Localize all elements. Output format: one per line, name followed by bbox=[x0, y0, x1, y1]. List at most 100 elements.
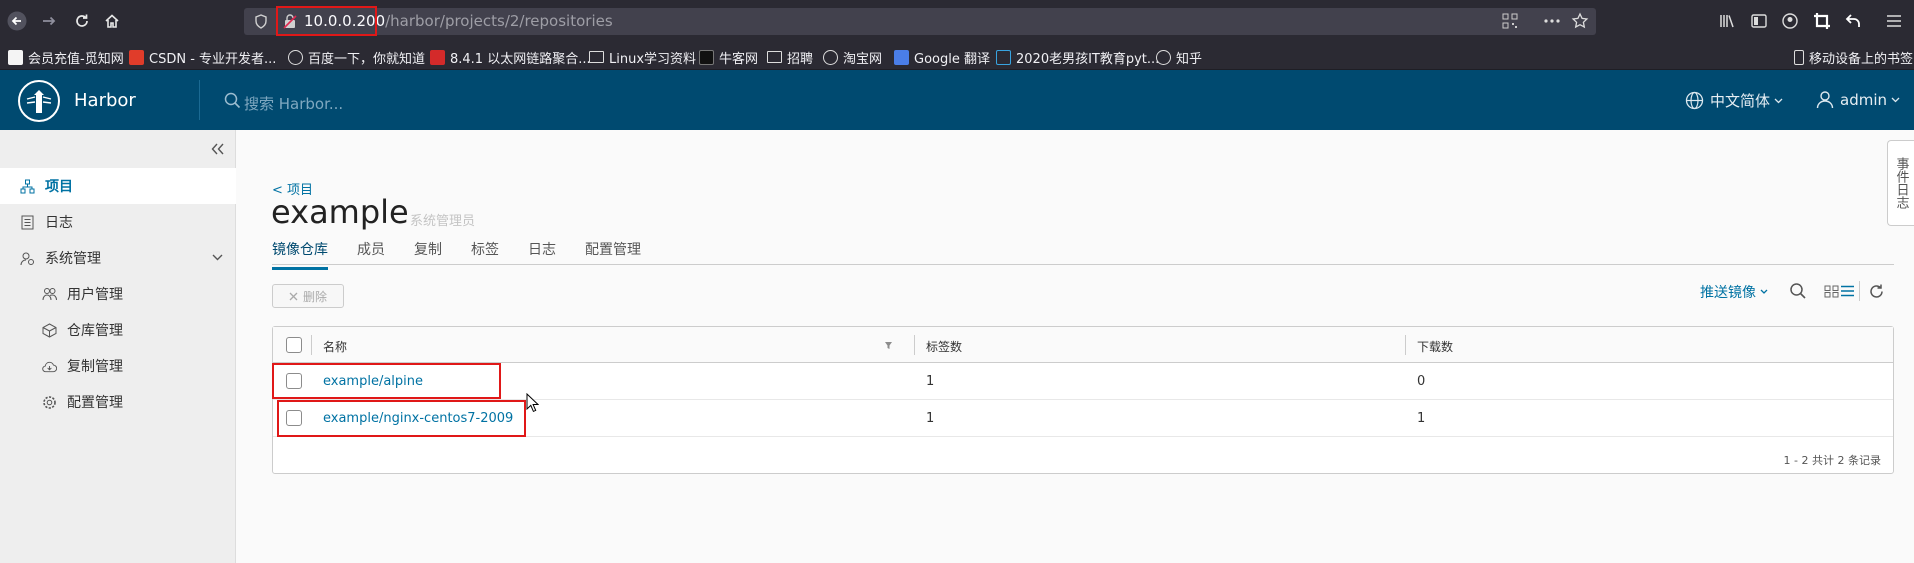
search-icon[interactable] bbox=[1787, 280, 1809, 302]
bilibili-favicon-icon bbox=[996, 49, 1011, 65]
tab-replication[interactable]: 复制 bbox=[414, 239, 442, 270]
harbor-logo[interactable] bbox=[18, 80, 60, 122]
replication-icon bbox=[42, 359, 57, 374]
undo-icon[interactable] bbox=[1844, 12, 1862, 30]
search-input[interactable]: 搜索 Harbor... bbox=[244, 93, 343, 114]
annotation-box-url bbox=[276, 6, 377, 36]
bookmark-item[interactable]: CSDN - 专业开发者... bbox=[129, 48, 276, 67]
event-log-tab[interactable]: 事件日志 bbox=[1887, 140, 1914, 226]
mobile-bookmarks[interactable]: 移动设备上的书签 bbox=[1794, 48, 1913, 67]
pulls-count: 0 bbox=[1417, 374, 1426, 389]
sidebar-item-configuration[interactable]: 配置管理 bbox=[0, 384, 236, 420]
google-translate-favicon-icon bbox=[894, 49, 909, 65]
bookmark-star-icon[interactable] bbox=[1571, 12, 1589, 30]
brand-name[interactable]: Harbor bbox=[74, 90, 136, 111]
delete-label: 删除 bbox=[302, 289, 327, 304]
column-header-tags[interactable]: 标签数 bbox=[926, 338, 962, 355]
bookmark-item[interactable]: Google 翻译 bbox=[894, 48, 990, 67]
search-icon[interactable] bbox=[224, 92, 241, 109]
column-header-pulls[interactable]: 下载数 bbox=[1417, 338, 1453, 355]
sidebar-item-label: 项目 bbox=[45, 179, 73, 195]
forward-arrow-icon[interactable] bbox=[38, 10, 60, 32]
toolbar-divider bbox=[1859, 281, 1860, 301]
bookmark-item[interactable]: 2020老男孩IT教育pyt... bbox=[996, 48, 1159, 67]
tab-configuration[interactable]: 配置管理 bbox=[585, 239, 641, 270]
delete-button[interactable]: 删除 bbox=[272, 284, 344, 308]
bookmark-favicon-icon bbox=[8, 49, 23, 65]
tabs-divider bbox=[272, 264, 1894, 265]
user-menu[interactable]: admin bbox=[1816, 90, 1900, 109]
project-tabs: 镜像仓库 成员 复制 标签 日志 配置管理 bbox=[272, 239, 670, 270]
page-title: example bbox=[271, 193, 409, 231]
sidebar-item-label: 日志 bbox=[45, 215, 73, 231]
header-divider bbox=[199, 80, 200, 120]
sidebar-item-label: 配置管理 bbox=[67, 395, 123, 411]
globe-icon bbox=[823, 49, 838, 65]
config-icon bbox=[42, 395, 57, 410]
column-header-name[interactable]: 名称 bbox=[323, 338, 347, 355]
chevron-down-icon bbox=[1891, 97, 1900, 103]
pulls-count: 1 bbox=[1417, 411, 1426, 426]
bookmark-favicon-icon bbox=[430, 49, 445, 65]
sidebar-item-replications[interactable]: 复制管理 bbox=[0, 348, 236, 384]
push-image-label: 推送镜像 bbox=[1700, 285, 1756, 301]
select-all-checkbox[interactable] bbox=[286, 337, 302, 353]
column-divider bbox=[914, 335, 915, 355]
tab-members[interactable]: 成员 bbox=[357, 239, 385, 270]
bookmark-item[interactable]: 知乎 bbox=[1156, 48, 1202, 67]
globe-icon bbox=[1685, 91, 1704, 110]
bookmark-item[interactable]: 会员充值-觅知网 bbox=[8, 48, 124, 67]
bookmark-folder[interactable]: 招聘 bbox=[767, 48, 813, 67]
tab-logs[interactable]: 日志 bbox=[528, 239, 556, 270]
refresh-icon[interactable] bbox=[1865, 280, 1887, 302]
sidebar-toggle-icon[interactable] bbox=[1750, 12, 1768, 30]
tab-labels[interactable]: 标签 bbox=[471, 239, 499, 270]
account-icon[interactable] bbox=[1781, 12, 1799, 30]
language-selector[interactable]: 中文简体 bbox=[1685, 90, 1783, 111]
sidebar-item-label: 复制管理 bbox=[67, 359, 123, 375]
library-icon[interactable] bbox=[1718, 12, 1736, 30]
chevron-down-icon bbox=[1774, 98, 1783, 104]
sidebar-item-projects[interactable]: 项目 bbox=[0, 168, 236, 204]
sidebar-item-registries[interactable]: 仓库管理 bbox=[0, 312, 236, 348]
mobile-device-icon bbox=[1794, 49, 1804, 65]
back-arrow-icon[interactable] bbox=[6, 10, 28, 32]
globe-icon bbox=[288, 49, 303, 65]
home-icon[interactable] bbox=[101, 10, 123, 32]
bookmark-folder[interactable]: Linux学习资料 bbox=[589, 48, 696, 67]
sidebar-item-label: 仓库管理 bbox=[67, 323, 123, 339]
collapse-sidebar-icon[interactable] bbox=[207, 138, 229, 160]
globe-icon bbox=[1156, 49, 1171, 65]
push-image-dropdown[interactable]: 推送镜像 bbox=[1700, 282, 1768, 302]
sidebar-item-label: 用户管理 bbox=[67, 287, 123, 303]
column-divider bbox=[1405, 335, 1406, 355]
bookmark-item[interactable]: 牛客网 bbox=[699, 48, 758, 67]
folder-icon bbox=[589, 51, 604, 63]
shield-icon[interactable] bbox=[254, 14, 268, 29]
users-icon bbox=[42, 287, 57, 302]
bookmark-item[interactable]: 百度一下，你就知道 bbox=[288, 48, 425, 67]
screenshot-crop-icon[interactable] bbox=[1812, 11, 1832, 31]
mouse-cursor-icon bbox=[526, 393, 539, 413]
list-view-icon[interactable] bbox=[1836, 280, 1858, 302]
admin-icon bbox=[20, 251, 35, 266]
projects-icon bbox=[20, 179, 35, 194]
table-header: 名称 标签数 下载数 bbox=[273, 327, 1893, 363]
qr-code-icon[interactable] bbox=[1502, 13, 1518, 29]
csdn-favicon-icon bbox=[129, 49, 144, 65]
reload-icon[interactable] bbox=[71, 10, 93, 32]
sidebar-item-users[interactable]: 用户管理 bbox=[0, 276, 236, 312]
bookmark-item[interactable]: 淘宝网 bbox=[823, 48, 882, 67]
chevron-down-icon bbox=[1760, 289, 1768, 295]
sidebar-item-administration[interactable]: 系统管理 bbox=[0, 240, 236, 276]
bookmark-item[interactable]: 8.4.1 以太网链路聚合... bbox=[430, 48, 591, 67]
more-actions-icon[interactable] bbox=[1543, 13, 1561, 29]
hamburger-menu-icon[interactable] bbox=[1885, 12, 1903, 30]
language-label: 中文简体 bbox=[1710, 92, 1771, 110]
column-divider bbox=[311, 335, 312, 355]
filter-icon[interactable] bbox=[884, 341, 893, 350]
tab-repositories[interactable]: 镜像仓库 bbox=[272, 239, 328, 270]
sidebar-item-logs[interactable]: 日志 bbox=[0, 204, 236, 240]
annotation-box-row bbox=[277, 400, 526, 437]
chevron-down-icon[interactable] bbox=[212, 254, 223, 261]
